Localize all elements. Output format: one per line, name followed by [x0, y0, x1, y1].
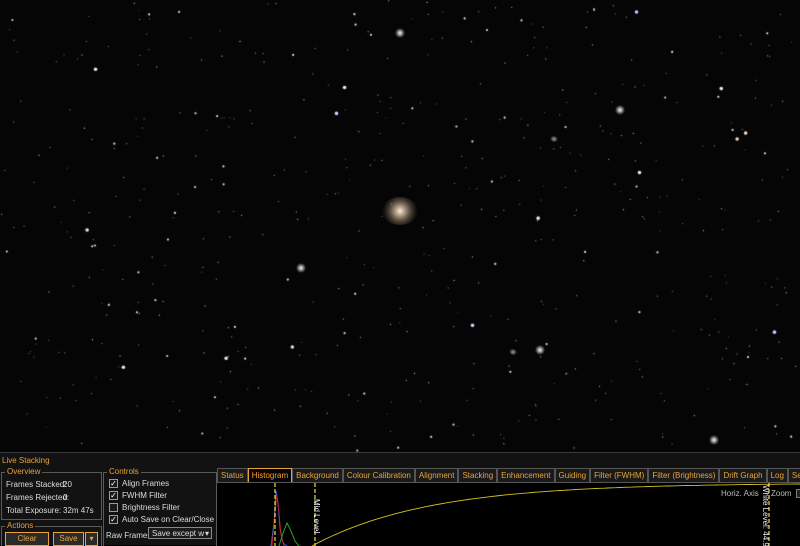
- actions-group: Actions Clear Save ▾: [1, 521, 102, 546]
- tab-log[interactable]: Log: [766, 468, 788, 482]
- tab-histogram[interactable]: Histogram: [247, 468, 293, 482]
- histogram-plot: [270, 483, 800, 546]
- raw-frames-select[interactable]: Save except w ▾: [148, 527, 212, 539]
- panel-title: Live Stacking: [2, 456, 50, 465]
- live-stacking-panel: Live Stacking Overview Frames Stacked: 2…: [0, 452, 800, 546]
- tab-status[interactable]: Status: [217, 468, 248, 482]
- tab-stacking[interactable]: Stacking: [458, 468, 498, 482]
- actions-legend: Actions: [5, 521, 36, 530]
- green-channel: [278, 521, 300, 546]
- total-exposure-value: 32m 47s: [63, 506, 94, 515]
- controls-legend: Controls: [107, 467, 141, 476]
- zoom-control[interactable]: [796, 489, 800, 498]
- checkbox-label-0[interactable]: Align Frames: [122, 479, 169, 488]
- overview-legend: Overview: [5, 467, 43, 476]
- tab-colour-calibration[interactable]: Colour Calibration: [342, 468, 415, 482]
- tab-filter-brightness[interactable]: Filter (Brightness): [648, 468, 720, 482]
- stacked-image-preview: [0, 0, 800, 452]
- checkbox-3[interactable]: ✓: [109, 515, 118, 524]
- total-exposure-label: Total Exposure:: [6, 506, 62, 515]
- raw-frames-value: Save except w: [152, 529, 205, 538]
- frames-stacked-label: Frames Stacked:: [6, 480, 67, 489]
- tab-drift-graph[interactable]: Drift Graph: [719, 468, 767, 482]
- horiz-axis-label[interactable]: Horiz. Axis: [721, 489, 759, 498]
- tab-guiding[interactable]: Guiding: [554, 468, 591, 482]
- tab-settings[interactable]: Settings: [787, 468, 800, 482]
- checkbox-0[interactable]: ✓: [109, 479, 118, 488]
- frames-rejected-row: Frames Rejected: 0: [6, 493, 69, 502]
- white-level-label: White Level: 44.99: [761, 485, 770, 546]
- total-exposure-row: Total Exposure: 32m 47s: [6, 506, 94, 515]
- frames-stacked-row: Frames Stacked: 20: [6, 480, 72, 489]
- mid-level-label: Mid Level: [312, 499, 321, 534]
- raw-frames-label: Raw Frames: [106, 531, 152, 540]
- checkbox-label-2[interactable]: Brightness Filter: [122, 503, 180, 512]
- frames-rejected-value: 0: [63, 493, 68, 502]
- frames-rejected-label: Frames Rejected:: [6, 493, 70, 502]
- checkbox-label-1[interactable]: FWHM Filter: [122, 491, 167, 500]
- checkbox-label-3[interactable]: Auto Save on Clear/Close: [122, 515, 214, 524]
- checkbox-2[interactable]: [109, 503, 118, 512]
- chevron-down-icon: ▾: [204, 529, 209, 538]
- histogram-view: Horiz. Axis Zoom Mid Level White Level: …: [217, 482, 800, 546]
- tab-background[interactable]: Background: [292, 468, 343, 482]
- tab-alignment[interactable]: Alignment: [414, 468, 459, 482]
- overview-group: Overview Frames Stacked: 20 Frames Rejec…: [1, 467, 102, 520]
- tab-filter-fwhm[interactable]: Filter (FWHM): [590, 468, 649, 482]
- blue-channel: [270, 490, 288, 546]
- frames-stacked-value: 20: [63, 480, 72, 489]
- zoom-label[interactable]: Zoom: [771, 489, 791, 498]
- tab-enhancement[interactable]: Enhancement: [497, 468, 555, 482]
- tab-bar: Status Histogram Background Colour Calibrat…: [217, 468, 800, 482]
- checkbox-1[interactable]: ✓: [109, 491, 118, 500]
- chevron-down-icon: ▾: [89, 534, 94, 543]
